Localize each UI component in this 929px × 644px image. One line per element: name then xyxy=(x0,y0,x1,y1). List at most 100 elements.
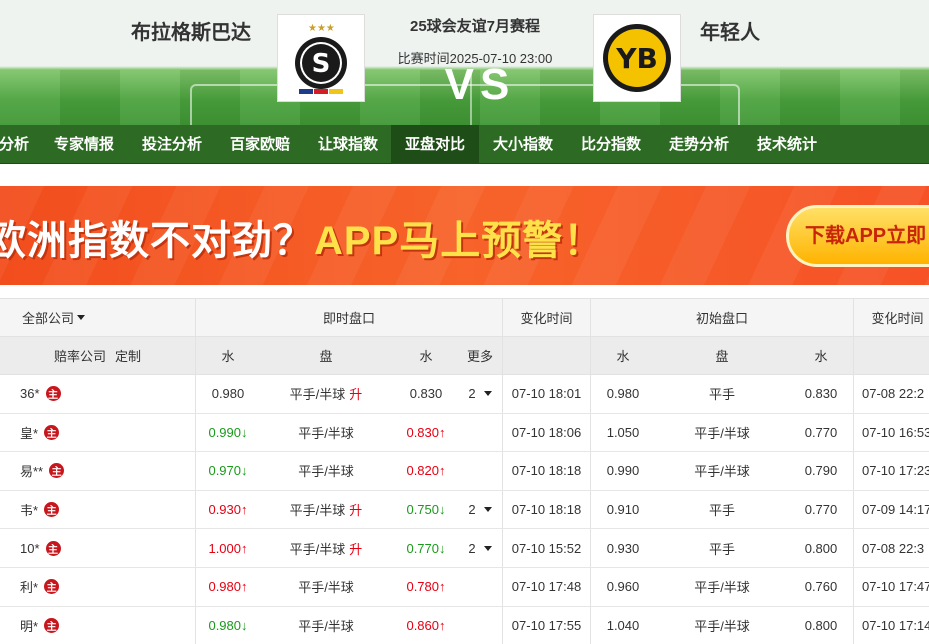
all-company-label: 全部公司 xyxy=(22,311,75,326)
initial-water-home: 0.960 xyxy=(606,579,640,595)
initial-change-time: 07-10 17:23 xyxy=(862,463,929,479)
live-odds-header: 即时盘口 xyxy=(322,311,375,326)
match-header: 布拉格斯巴达 ★★★ S 25球会友谊7月赛程 比赛时间2025-07-10 2… xyxy=(0,0,929,125)
live-handicap-header: 盘 xyxy=(319,349,333,364)
table-row[interactable]: 皇* 主 0.990 ↓ 平手/半球 0.830 ↑ 07-10 18:06 1.050 平手/半… xyxy=(0,413,929,453)
company-cell[interactable]: 易** 主 xyxy=(0,452,195,490)
sparta-logo-icon: ★★★ S xyxy=(295,23,347,94)
nav-item-asian-handicap[interactable]: 亚盘对比 xyxy=(391,125,479,164)
table-row[interactable]: 利* 主 0.980 ↑ 平手/半球 0.780 ↑ 07-10 17:48 0.960 平手/半… xyxy=(0,568,929,607)
app-promo-banner[interactable]: 欧洲指数不对劲？APP马上预警！ 下载APP立即 xyxy=(0,186,929,285)
home-badge-icon: 主 xyxy=(44,502,60,518)
company-cell[interactable]: 利* 主 xyxy=(0,568,195,606)
nav-item-over-under[interactable]: 大小指数 xyxy=(487,125,559,164)
live-handicap-value: 平手/半球 xyxy=(298,580,354,596)
table-row[interactable]: 明* 主 0.980 ↓ 平手/半球 0.860 ↑ 07-10 17:55 1.040 平手/半… xyxy=(0,606,929,644)
company-cell[interactable]: 韦* 主 xyxy=(0,491,195,529)
all-company-filter[interactable]: 全部公司 xyxy=(0,299,195,336)
company-cell[interactable]: 36* 主 xyxy=(0,375,195,413)
initial-water-home: 1.050 xyxy=(606,424,640,440)
initial-water-home-header: 水 xyxy=(616,349,630,364)
change-time-header: 变化时间 xyxy=(520,311,573,326)
up-arrow-icon: ↑ xyxy=(241,502,248,518)
live-water-away-value: 0.750 xyxy=(406,502,440,518)
home-badge-icon: 主 xyxy=(49,463,65,479)
live-water-away: 0.830 xyxy=(396,375,456,413)
nav-item-betting[interactable]: 投注分析 xyxy=(136,125,208,164)
up-arrow-icon: ↑ xyxy=(439,424,446,440)
nav-item-expert[interactable]: 专家情报 xyxy=(48,125,120,164)
initial-handicap: 平手/半球 xyxy=(694,580,750,596)
initial-water-away: 0.770 xyxy=(804,424,838,440)
live-handicap: 平手/半球 xyxy=(278,452,374,490)
change-time: 07-10 18:18 xyxy=(511,502,582,518)
live-handicap: 平手/半球升 xyxy=(278,491,374,529)
more-dropdown[interactable]: 2 xyxy=(458,491,502,529)
table-row[interactable]: 36* 主 0.980 平手/半球升 0.830 2 07-10 18:01 0.980 平手 0… xyxy=(0,375,929,414)
company-cell[interactable]: 明* 主 xyxy=(0,607,195,644)
home-team-name[interactable]: 布拉格斯巴达 xyxy=(131,16,251,45)
download-app-button[interactable]: 下载APP立即 xyxy=(786,205,929,267)
live-water-home-value: 0.970 xyxy=(208,463,242,479)
nav-item-analysis[interactable]: 分析 xyxy=(0,125,34,164)
company-name: 皇* xyxy=(20,425,39,441)
change-time: 07-10 18:06 xyxy=(511,424,582,440)
custom-button[interactable]: 定制 xyxy=(108,337,148,374)
nav-item-tech-stats[interactable]: 技术统计 xyxy=(751,125,823,164)
home-badge-icon: 主 xyxy=(44,424,60,440)
nav-item-score-index[interactable]: 比分指数 xyxy=(575,125,647,164)
home-badge-icon: 主 xyxy=(44,617,60,633)
live-water-home: 0.990 ↓ xyxy=(196,414,260,452)
initial-change-time: 07-10 17:47 xyxy=(862,579,929,595)
table-row[interactable]: 10* 主 1.000 ↑ 平手/半球升 0.770 ↓ 2 07-10 15:52 0.930 平… xyxy=(0,529,929,568)
live-handicap: 平手/半球 xyxy=(278,607,374,644)
initial-handicap: 平手/半球 xyxy=(694,618,750,634)
initial-water-away: 0.790 xyxy=(804,463,838,479)
initial-handicap: 平手/半球 xyxy=(694,425,750,441)
nav-item-euro-odds[interactable]: 百家欧赔 xyxy=(224,125,296,164)
company-cell[interactable]: 皇* 主 xyxy=(0,414,195,452)
live-handicap: 平手/半球 xyxy=(278,568,374,606)
live-water-away-value: 0.770 xyxy=(406,540,440,556)
company-name: 易** xyxy=(20,464,44,480)
table-row[interactable]: 韦* 主 0.930 ↑ 平手/半球升 0.750 ↓ 2 07-10 18:18 0.910 平手… xyxy=(0,490,929,530)
away-team-logo[interactable]: YB xyxy=(593,14,681,102)
live-handicap-value: 平手/半球 xyxy=(289,503,346,519)
change-time: 07-10 15:52 xyxy=(511,540,582,556)
more-dropdown[interactable]: 2 xyxy=(458,529,502,567)
company-column-header: 赔率公司 xyxy=(53,349,106,364)
live-handicap-value: 平手/半球 xyxy=(298,425,354,441)
down-arrow-icon: ↓ xyxy=(439,502,446,518)
live-water-home: 0.980 xyxy=(196,375,260,413)
change-time: 07-10 18:01 xyxy=(511,386,582,402)
live-water-home-header: 水 xyxy=(221,349,235,364)
away-team-name[interactable]: 年轻人 xyxy=(700,16,760,45)
initial-water-home: 0.930 xyxy=(606,540,640,556)
initial-odds-header: 初始盘口 xyxy=(695,311,748,326)
live-water-away-value: 0.820 xyxy=(406,463,440,479)
live-water-away: 0.860 ↑ xyxy=(396,607,456,644)
company-name: 36* xyxy=(20,386,40,402)
live-water-away: 0.770 ↓ xyxy=(396,529,456,567)
down-arrow-icon: ↓ xyxy=(241,463,248,479)
change-time: 07-10 18:18 xyxy=(511,463,582,479)
company-name: 利* xyxy=(20,580,39,596)
live-water-home: 0.970 ↓ xyxy=(196,452,260,490)
nav-item-handicap-index[interactable]: 让球指数 xyxy=(312,125,384,164)
home-team-logo[interactable]: ★★★ S xyxy=(277,14,365,102)
nav-item-trend[interactable]: 走势分析 xyxy=(663,125,735,164)
dropdown-caret-icon xyxy=(483,545,492,551)
initial-change-time-header: 变化时间 xyxy=(871,311,924,326)
initial-water-home: 1.040 xyxy=(606,617,640,633)
company-cell[interactable]: 10* 主 xyxy=(0,529,195,567)
initial-handicap: 平手 xyxy=(708,387,735,403)
initial-handicap-header: 盘 xyxy=(715,349,729,364)
initial-change-time: 07-10 16:53 xyxy=(862,424,929,440)
more-dropdown[interactable]: 2 xyxy=(458,375,502,413)
table-row[interactable]: 易** 主 0.970 ↓ 平手/半球 0.820 ↑ 07-10 18:18 0.990 平手/… xyxy=(0,452,929,491)
initial-water-away: 0.760 xyxy=(804,579,838,595)
table-subheader-row: 赔率公司 定制 水 盘 水 更多 水 盘 水 xyxy=(0,337,929,375)
more-count: 2 xyxy=(468,540,476,556)
initial-water-away: 0.830 xyxy=(804,386,838,402)
banner-text-b: APP马上预警！ xyxy=(314,219,605,263)
